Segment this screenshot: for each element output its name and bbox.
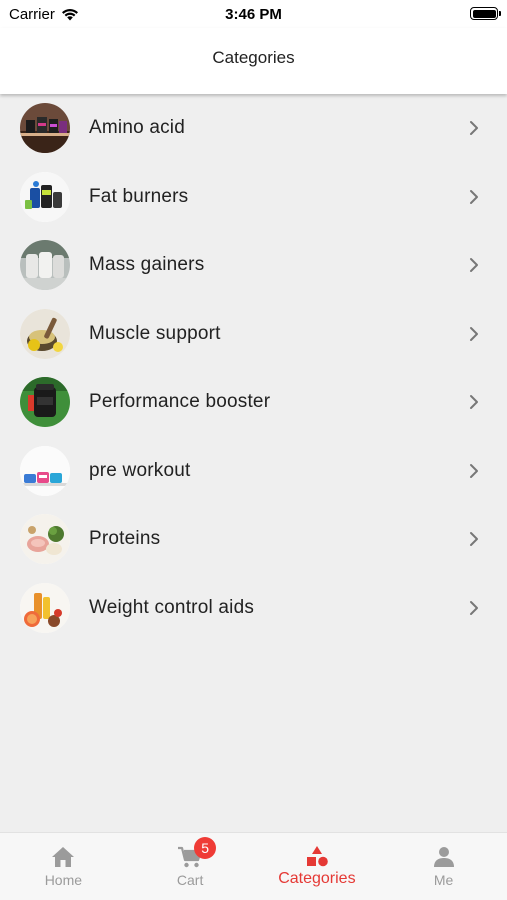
category-row-muscle-support[interactable]: Muscle support <box>0 300 507 369</box>
category-row-mass-gainers[interactable]: Mass gainers <box>0 231 507 300</box>
amino-acid-thumbnail-icon <box>20 103 70 154</box>
category-row-weight-control-aids[interactable]: Weight control aids <box>0 574 507 643</box>
tab-home[interactable]: Home <box>0 833 127 900</box>
category-label: Performance booster <box>89 391 271 413</box>
performance-booster-thumbnail-icon <box>20 377 70 428</box>
pre-workout-thumbnail-icon <box>20 445 70 496</box>
person-icon <box>431 845 457 869</box>
tab-bar: Home 5 Cart Categories Me <box>0 832 507 900</box>
category-row-performance-booster[interactable]: Performance booster <box>0 368 507 437</box>
tab-cart[interactable]: 5 Cart <box>127 833 254 900</box>
tab-label: Categories <box>278 870 356 887</box>
muscle-support-thumbnail-icon <box>20 308 70 359</box>
mass-gainers-thumbnail-icon <box>20 240 70 291</box>
category-row-proteins[interactable]: Proteins <box>0 505 507 574</box>
proteins-thumbnail-icon <box>20 514 70 565</box>
status-bar: Carrier 3:46 PM <box>0 0 507 28</box>
category-label: Fat burners <box>89 185 189 207</box>
home-icon <box>50 845 76 869</box>
category-list: Amino acid Fat burners Mass gainers Musc… <box>0 94 507 642</box>
cart-badge: 5 <box>194 837 217 859</box>
chevron-right-icon <box>470 395 478 410</box>
page-title: Categories <box>212 48 295 67</box>
category-label: Muscle support <box>89 322 221 344</box>
chevron-right-icon <box>470 258 478 273</box>
clock: 3:46 PM <box>225 6 282 23</box>
chevron-right-icon <box>470 532 478 547</box>
category-label: pre workout <box>89 459 191 481</box>
tab-label: Me <box>433 872 454 888</box>
tab-categories[interactable]: Categories <box>254 833 381 900</box>
chevron-right-icon <box>470 121 478 136</box>
chevron-right-icon <box>470 600 478 615</box>
category-label: Weight control aids <box>89 596 255 618</box>
fat-burners-thumbnail-icon <box>20 171 70 222</box>
weight-control-thumbnail-icon <box>20 582 70 633</box>
category-label: Amino acid <box>89 117 185 139</box>
battery-icon <box>470 7 501 20</box>
chevron-right-icon <box>470 463 478 478</box>
category-row-fat-burners[interactable]: Fat burners <box>0 163 507 232</box>
category-label: Mass gainers <box>89 254 205 276</box>
tab-label: Cart <box>176 872 204 888</box>
category-label: Proteins <box>89 528 161 550</box>
category-row-pre-workout[interactable]: pre workout <box>0 437 507 506</box>
category-row-amino-acid[interactable]: Amino acid <box>0 94 507 163</box>
categories-icon <box>304 845 330 869</box>
cart-icon: 5 <box>177 837 217 869</box>
chevron-right-icon <box>470 326 478 341</box>
tab-me[interactable]: Me <box>380 833 507 900</box>
chevron-right-icon <box>470 189 478 204</box>
tab-label: Home <box>44 872 83 888</box>
navigation-header: Categories <box>0 28 507 94</box>
